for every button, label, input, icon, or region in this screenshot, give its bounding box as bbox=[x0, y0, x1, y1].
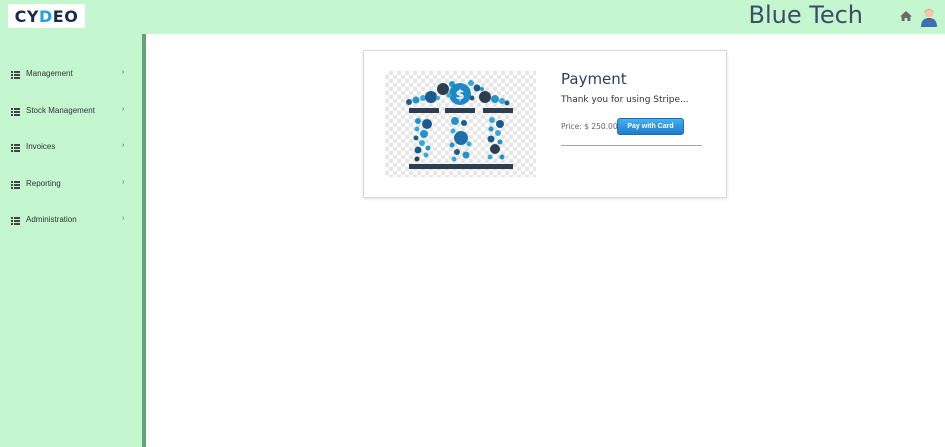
home-icon[interactable] bbox=[899, 9, 913, 23]
sidebar-item-label: Invoices bbox=[26, 142, 56, 151]
top-header: CYDEO Blue Tech bbox=[0, 0, 945, 34]
sidebar-item-reporting[interactable]: Reporting › bbox=[0, 175, 142, 195]
list-icon bbox=[11, 71, 20, 79]
sidebar-item-management[interactable]: Management › bbox=[0, 65, 142, 85]
list-icon bbox=[11, 217, 20, 225]
sidebar-item-label: Administration bbox=[26, 215, 77, 224]
sidebar-item-administration[interactable]: Administration › bbox=[0, 211, 142, 231]
sidebar-item-stock-management[interactable]: Stock Management › bbox=[0, 102, 142, 122]
chevron-right-icon: › bbox=[122, 69, 125, 76]
chevron-right-icon: › bbox=[122, 106, 125, 113]
price-label: Price: $ 250.00 bbox=[561, 122, 618, 131]
svg-text:$: $ bbox=[455, 88, 464, 103]
chevron-right-icon: › bbox=[122, 142, 125, 149]
divider bbox=[561, 145, 702, 146]
list-icon bbox=[11, 108, 20, 116]
card-text: Thank you for using Stripe... bbox=[561, 95, 689, 105]
sidebar-item-label: Reporting bbox=[26, 179, 61, 188]
payment-card: $ Payment Thank you for using Stripe... … bbox=[363, 50, 727, 198]
pay-with-card-button[interactable]: Pay with Card bbox=[617, 118, 684, 135]
list-icon bbox=[11, 144, 20, 152]
chevron-right-icon: › bbox=[122, 179, 125, 186]
list-icon bbox=[11, 181, 20, 189]
chevron-right-icon: › bbox=[122, 215, 125, 222]
sidebar-item-invoices[interactable]: Invoices › bbox=[0, 138, 142, 158]
logo[interactable]: CYDEO bbox=[8, 4, 85, 28]
card-title: Payment bbox=[561, 70, 627, 88]
user-avatar-icon[interactable] bbox=[920, 7, 938, 27]
sidebar: Management › Stock Management › Invoices… bbox=[0, 34, 142, 447]
sidebar-item-label: Management bbox=[26, 69, 73, 78]
sidebar-item-label: Stock Management bbox=[26, 106, 95, 115]
sidebar-border bbox=[142, 34, 146, 447]
logo-text: CYDEO bbox=[14, 6, 79, 26]
company-name: Blue Tech bbox=[748, 1, 864, 29]
bank-icon: $ bbox=[385, 71, 536, 177]
